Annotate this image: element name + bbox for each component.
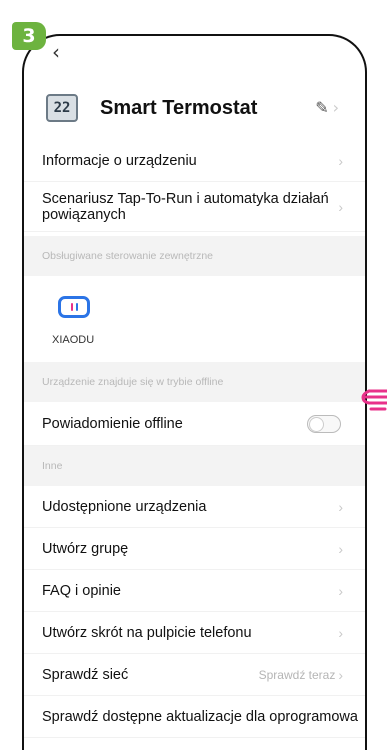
row-create-group[interactable]: Utwórz grupę ›	[24, 528, 365, 570]
row-faq[interactable]: FAQ i opinie ›	[24, 570, 365, 612]
chevron-right-icon: ›	[338, 540, 343, 557]
offline-notification-toggle[interactable]	[307, 414, 341, 433]
chevron-right-icon: ›	[338, 666, 343, 683]
back-icon[interactable]: ‹	[52, 42, 60, 62]
device-header: 22 Smart Termostat ✎ ›	[24, 82, 365, 134]
row-label: Udostępnione urządzenia	[42, 498, 207, 515]
pencil-icon: ✎	[315, 98, 329, 117]
row-label: Scenariusz Tap-To-Run i automatyka dział…	[42, 190, 329, 223]
pointing-hand-icon	[361, 389, 387, 411]
chevron-right-icon: ›	[338, 582, 343, 599]
phone-frame: ‹ 22 Smart Termostat ✎ › Informacje o urz…	[22, 34, 367, 750]
section-external-control: Obsługiwane sterowanie zewnętrzne	[24, 236, 365, 276]
row-label: Utwórz grupę	[42, 540, 129, 557]
chevron-right-icon: ›	[332, 98, 339, 117]
chevron-right-icon: ›	[338, 498, 343, 515]
row-tap-to-run[interactable]: Scenariusz Tap-To-Run i automatyka dział…	[24, 182, 365, 232]
chevron-right-icon: ›	[338, 152, 343, 169]
chevron-right-icon: ›	[338, 198, 343, 215]
chevron-right-icon: ›	[338, 624, 343, 641]
section-offline: Urządzenie znajduje się w trybie offline	[24, 362, 365, 402]
check-now-link[interactable]: Sprawdź teraz	[259, 668, 336, 682]
section-other: Inne	[24, 446, 365, 486]
row-label: Informacje o urządzeniu	[42, 152, 197, 169]
row-check-network[interactable]: Sprawdź sieć Sprawdź teraz ›	[24, 654, 365, 696]
row-label: Utwórz skrót na pulpicie telefonu	[42, 624, 252, 641]
edit-name-button[interactable]: ✎ ›	[315, 98, 339, 117]
row-label: FAQ i opinie	[42, 582, 121, 599]
xiaodu-label: XIAODU	[52, 334, 95, 346]
xiaodu-icon	[58, 296, 90, 318]
row-check-updates[interactable]: Sprawdź dostępne aktualizacje dla oprogr…	[24, 696, 365, 738]
row-shared-devices[interactable]: Udostępnione urządzenia ›	[24, 486, 365, 528]
thermostat-icon: 22	[46, 94, 78, 122]
step-badge: 3	[12, 22, 46, 50]
row-label: Sprawdź sieć	[42, 666, 129, 683]
row-label: Sprawdź dostępne aktualizacje dla oprogr…	[42, 708, 359, 725]
row-offline-notification[interactable]: Powiadomienie offline	[24, 402, 365, 446]
row-label: Powiadomienie offline	[42, 415, 183, 432]
xiaodu-control[interactable]: XIAODU	[24, 276, 365, 362]
row-create-shortcut[interactable]: Utwórz skrót na pulpicie telefonu ›	[24, 612, 365, 654]
row-device-info[interactable]: Informacje o urządzeniu ›	[24, 140, 365, 182]
